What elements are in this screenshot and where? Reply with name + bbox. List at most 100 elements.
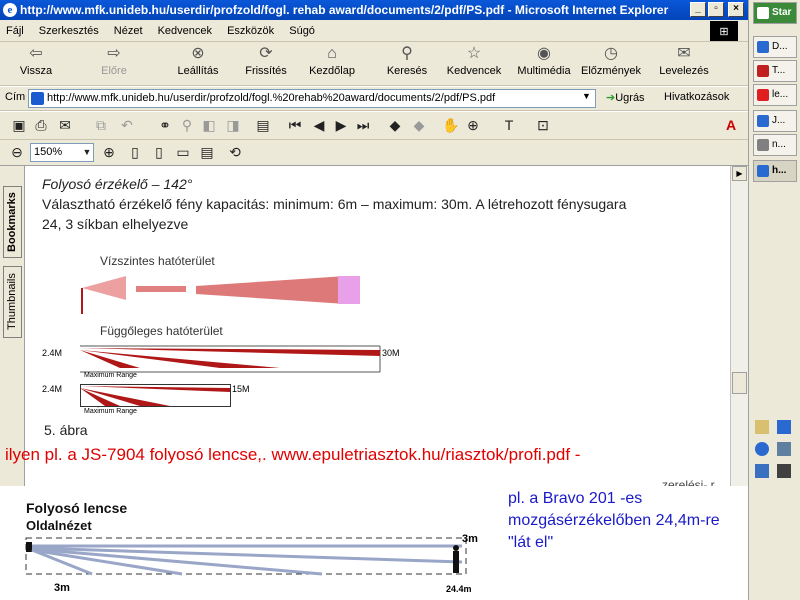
max-range-label-1: Maximum Range	[84, 372, 137, 379]
tray-icon-4[interactable]	[777, 442, 791, 456]
refresh-button[interactable]: ⟳ Frissítés	[242, 45, 290, 77]
tab-bookmarks[interactable]: Bookmarks	[3, 186, 22, 258]
home-icon: ⌂	[327, 45, 337, 62]
go-forward-icon[interactable]: ◆	[410, 116, 428, 134]
windows-logo-icon: ⊞	[710, 21, 738, 41]
history-icon: ◷	[604, 45, 618, 62]
doc-line-2: 24, 3 síkban elhelyezve	[42, 216, 189, 232]
horizontal-zone-diagram	[81, 276, 360, 314]
favorites-button[interactable]: ☆ Kedvencek	[446, 45, 502, 77]
scroll-thumb[interactable]	[732, 372, 747, 394]
minimize-button[interactable]: _	[690, 2, 706, 17]
tab-thumbnails[interactable]: Thumbnails	[3, 266, 22, 338]
ie-logo-icon: e	[3, 3, 17, 17]
taskbar: Star D... T... le... J... n... h...	[748, 0, 800, 600]
menu-edit[interactable]: Szerkesztés	[33, 20, 105, 42]
next-view-icon[interactable]: ◨	[224, 116, 242, 134]
height-label-2: 2.4M	[42, 384, 63, 394]
last-page-icon[interactable]: ⏭	[354, 116, 372, 134]
search-icon: ⚲	[401, 45, 413, 62]
address-dropdown-icon[interactable]: ▼	[582, 91, 591, 101]
window-title: http://www.mfk.unideb.hu/userdir/profzol…	[20, 3, 669, 17]
mail-button[interactable]: ✉ Levelezés	[656, 45, 712, 77]
menu-file[interactable]: Fájl	[0, 20, 30, 42]
find-icon[interactable]: ⚭	[156, 116, 174, 134]
stop-button[interactable]: ⊗ Leállítás	[174, 45, 222, 77]
history-button[interactable]: ◷ Előzmények	[580, 45, 642, 77]
start-button[interactable]: Star	[753, 2, 797, 24]
zoom-dropdown-icon[interactable]: ▼	[78, 143, 96, 161]
stop-icon: ⊗	[191, 45, 205, 62]
zoom-tool-icon[interactable]: ⊕	[464, 116, 482, 134]
taskbar-item-3[interactable]: le...	[753, 84, 797, 106]
print-icon[interactable]: ⎙	[32, 116, 50, 134]
save-icon[interactable]: ▣	[10, 116, 28, 134]
close-button[interactable]: ×	[728, 2, 744, 17]
end-distance-label: 24.4m	[446, 584, 472, 594]
prev-view-icon[interactable]: ◧	[200, 116, 218, 134]
refresh-icon: ⟳	[259, 45, 273, 62]
undo-icon[interactable]: ↶	[118, 116, 136, 134]
links-button[interactable]: Hivatkozások	[664, 91, 729, 103]
text-select-icon[interactable]: T	[500, 116, 518, 134]
taskbar-item-4[interactable]: J...	[753, 110, 797, 132]
tray-icon-2[interactable]	[777, 420, 791, 434]
person-icon	[453, 545, 459, 573]
scroll-up-icon[interactable]: ▶	[732, 166, 747, 181]
search-doc-icon[interactable]: ⚲	[178, 116, 196, 134]
blue-annotation: pl. a Bravo 201 -es mozgásérzékelőben 24…	[508, 490, 720, 551]
prev-page-icon[interactable]: ◀	[310, 116, 328, 134]
forward-button[interactable]: ⇨ Előre	[92, 45, 136, 77]
navigation-pane-tabs: Bookmarks Thumbnails	[0, 166, 25, 486]
email-icon[interactable]: ✉	[56, 116, 74, 134]
menu-view[interactable]: Nézet	[108, 20, 149, 42]
fit-width-icon[interactable]: ▭	[174, 143, 192, 161]
reflow-icon[interactable]: ▤	[198, 143, 216, 161]
window-titlebar: e http://www.mfk.unideb.hu/userdir/profz…	[0, 0, 748, 20]
fit-page-icon[interactable]: ▯	[150, 143, 168, 161]
layout-icon[interactable]: ▤	[254, 116, 272, 134]
zoom-in-icon[interactable]: ⊕	[100, 143, 118, 161]
tray-icon-6[interactable]	[777, 464, 791, 478]
copy-icon[interactable]: ⧉	[92, 116, 110, 134]
snapshot-icon[interactable]: ⊡	[534, 116, 552, 134]
cut-text: zerelési- r	[662, 478, 715, 486]
address-bar: Cím http://www.mfk.unideb.hu/userdir/pro…	[0, 87, 748, 111]
back-button[interactable]: ⇦ Vissza	[14, 45, 58, 77]
media-button[interactable]: ◉ Multimédia	[514, 45, 574, 77]
home-button[interactable]: ⌂ Kezdőlap	[306, 45, 358, 77]
taskbar-item-2[interactable]: T...	[753, 60, 797, 82]
tray-icon-3[interactable]	[755, 442, 769, 456]
rotate-icon[interactable]: ⟲	[226, 143, 244, 161]
next-page-icon[interactable]: ▶	[332, 116, 350, 134]
taskbar-item-6[interactable]: h...	[753, 160, 797, 182]
tray-icon-1[interactable]	[755, 420, 769, 434]
height-label-1: 2.4M	[42, 348, 63, 358]
actual-size-icon[interactable]: ▯	[126, 143, 144, 161]
menu-favorites[interactable]: Kedvencek	[152, 20, 218, 42]
tray-icon-5[interactable]	[755, 464, 769, 478]
max-range-label-2: Maximum Range	[84, 408, 137, 415]
hand-tool-icon[interactable]: ✋	[442, 116, 460, 134]
maximize-button[interactable]: ▫	[708, 2, 724, 17]
doc-line-1: Választható érzékelő fény kapacitás: min…	[42, 196, 627, 212]
go-button[interactable]: ➔Ugrás	[606, 91, 645, 104]
range-label-1: 30M	[382, 348, 400, 358]
search-button[interactable]: ⚲ Keresés	[384, 45, 430, 77]
app-icon	[757, 65, 769, 77]
vertical-zone-label: Függőleges hatóterület	[100, 324, 223, 338]
menu-help[interactable]: Súgó	[283, 20, 321, 42]
pdf-zoom-toolbar: ⊖ 150% ▼ ⊕ ▯ ▯ ▭ ▤ ⟲	[0, 140, 748, 166]
first-page-icon[interactable]: ⏮	[286, 116, 304, 134]
folder-icon	[757, 41, 769, 53]
taskbar-item-5[interactable]: n...	[753, 134, 797, 156]
ie-icon	[757, 165, 769, 177]
taskbar-item-1[interactable]: D...	[753, 36, 797, 58]
zoom-out-icon[interactable]: ⊖	[8, 143, 26, 161]
vertical-scrollbar[interactable]: ▶	[730, 166, 748, 486]
go-back-icon[interactable]: ◆	[386, 116, 404, 134]
menu-tools[interactable]: Eszközök	[221, 20, 280, 42]
corridor-side-view-diagram	[25, 537, 467, 576]
address-input[interactable]: http://www.mfk.unideb.hu/userdir/profzol…	[28, 89, 596, 108]
range-label-2: 15M	[232, 384, 250, 394]
